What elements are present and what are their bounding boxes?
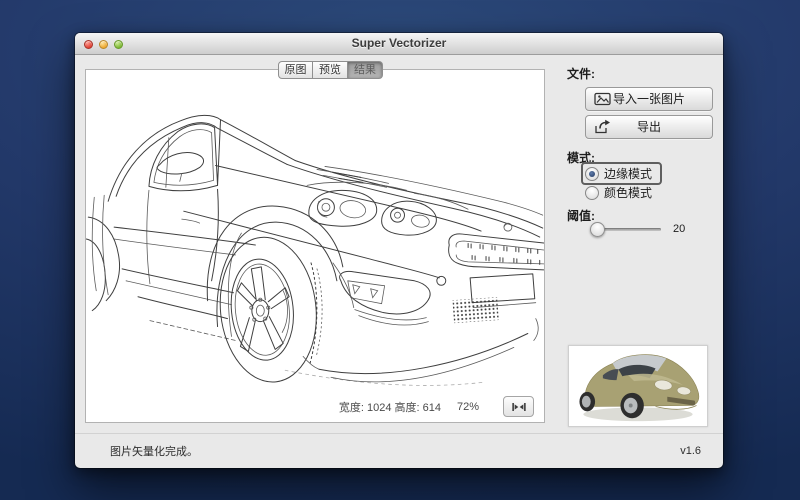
export-button[interactable]: 导出 xyxy=(585,115,713,139)
view-tabs: 原图 预览 结果 xyxy=(278,61,383,79)
window-title: Super Vectorizer xyxy=(75,33,723,54)
source-car-photo xyxy=(569,346,707,426)
radio-color-mode[interactable]: 颜色模式 xyxy=(585,184,652,201)
tab-result[interactable]: 结果 xyxy=(348,61,383,79)
zoom-percent-text: 72% xyxy=(457,401,479,413)
fit-to-window-button[interactable] xyxy=(503,396,534,417)
vectorized-car-line-art xyxy=(86,70,544,422)
import-image-button[interactable]: 导入一张图片 xyxy=(585,87,713,111)
tab-original[interactable]: 原图 xyxy=(278,61,313,79)
traffic-lights xyxy=(84,40,123,49)
export-arrow-icon xyxy=(594,119,612,135)
color-mode-label: 颜色模式 xyxy=(604,184,652,201)
fit-to-window-icon xyxy=(511,401,527,413)
threshold-slider-track[interactable] xyxy=(593,228,661,231)
radio-edge-mode[interactable]: 边缘模式 xyxy=(581,162,662,185)
threshold-slider-row: 20 xyxy=(593,223,685,235)
title-bar[interactable]: Super Vectorizer xyxy=(75,33,723,55)
source-image-thumbnail xyxy=(568,345,708,427)
photo-icon xyxy=(594,91,612,107)
controls-sidebar: 文件: 导入一张图片 导出 模式: 边缘 xyxy=(565,63,717,463)
zoom-button[interactable] xyxy=(114,40,123,49)
canvas-info-bar: 宽度: 1024 高度: 614 72% xyxy=(339,396,534,417)
radio-selected-icon xyxy=(585,167,599,181)
file-section-label: 文件: xyxy=(567,65,595,82)
edge-mode-label: 边缘模式 xyxy=(604,165,652,182)
close-button[interactable] xyxy=(84,40,93,49)
desktop-background: Super Vectorizer 原图 预览 结果 xyxy=(0,0,800,500)
radio-unselected-icon xyxy=(585,186,599,200)
version-label: v1.6 xyxy=(680,445,701,457)
result-canvas: 宽度: 1024 高度: 614 72% xyxy=(85,69,545,423)
app-window: Super Vectorizer 原图 预览 结果 xyxy=(75,33,723,468)
image-dimensions-text: 宽度: 1024 高度: 614 xyxy=(339,399,441,415)
minimize-button[interactable] xyxy=(99,40,108,49)
tab-preview[interactable]: 预览 xyxy=(313,61,348,79)
status-bar: 图片矢量化完成。 v1.6 xyxy=(75,433,723,468)
threshold-slider-thumb[interactable] xyxy=(590,222,605,237)
status-message: 图片矢量化完成。 xyxy=(110,443,198,459)
threshold-section-label: 阈值: xyxy=(567,207,595,224)
threshold-value: 20 xyxy=(673,223,685,235)
